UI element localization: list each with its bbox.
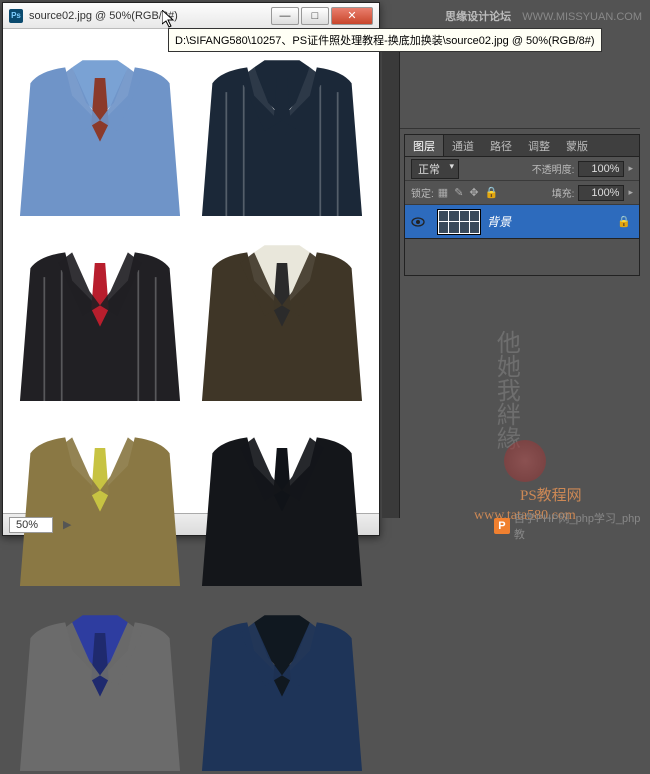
chevron-right-icon[interactable]: ▸ xyxy=(628,163,633,174)
layers-panel: 图层通道路径调整蒙版 正常 不透明度: 100% ▸ 锁定: ▦ ✎ ✥ 🔒 填… xyxy=(404,134,640,276)
panel-dock-strip[interactable] xyxy=(382,28,400,518)
minimize-button[interactable]: — xyxy=(271,7,299,25)
status-arrow-icon[interactable]: ▶ xyxy=(63,518,71,531)
layer-lock-icon: 🔒 xyxy=(617,215,631,228)
path-tooltip: D:\SIFANG580\10257、PS证件照处理教程-换底加换装\sourc… xyxy=(168,28,602,52)
layer-name[interactable]: 背景 xyxy=(487,213,617,230)
lock-icons-group: ▦ ✎ ✥ 🔒 xyxy=(438,186,499,199)
suit-thumbnail xyxy=(13,224,187,401)
suit-thumbnail xyxy=(13,594,187,771)
footer-link-text: 自学PHP网_php学习_php教 xyxy=(514,510,650,542)
window-controls: — □ ✕ xyxy=(271,7,373,25)
document-window: Ps source02.jpg @ 50%(RGB/8#) — □ ✕ xyxy=(2,2,380,536)
suit-thumbnail xyxy=(13,39,187,216)
calligraphy-watermark: 他她我絆緣 xyxy=(492,330,518,450)
suit-thumbnail xyxy=(195,409,369,586)
document-title: source02.jpg @ 50%(RGB/8#) xyxy=(29,10,271,22)
lock-brush-icon[interactable]: ✎ xyxy=(454,186,463,199)
chevron-right-icon[interactable]: ▸ xyxy=(628,187,633,198)
site-url: WWW.MISSYUAN.COM xyxy=(522,11,642,23)
lock-all-icon[interactable]: 🔒 xyxy=(485,186,499,199)
footer-link[interactable]: P 自学PHP网_php学习_php教 xyxy=(494,510,650,542)
panel-tab[interactable]: 蒙版 xyxy=(558,135,596,156)
fill-input[interactable]: 100% xyxy=(578,185,624,201)
zoom-input[interactable]: 50% xyxy=(9,517,53,533)
blend-mode-select[interactable]: 正常 xyxy=(411,159,459,179)
lock-move-icon[interactable]: ✥ xyxy=(469,186,478,199)
panel-tab[interactable]: 路径 xyxy=(482,135,520,156)
maximize-button[interactable]: □ xyxy=(301,7,329,25)
panel-tab[interactable]: 通道 xyxy=(444,135,482,156)
panel-tab[interactable]: 图层 xyxy=(405,135,444,156)
lock-label: 锁定: xyxy=(411,185,434,200)
layers-list: 背景 🔒 xyxy=(405,205,639,275)
layer-row[interactable]: 背景 🔒 xyxy=(405,205,639,239)
blend-row: 正常 不透明度: 100% ▸ xyxy=(405,157,639,181)
opacity-label: 不透明度: xyxy=(532,161,575,176)
site-banner: 思缘设计论坛 WWW.MISSYUAN.COM xyxy=(445,8,642,24)
lock-transparency-icon[interactable]: ▦ xyxy=(438,186,448,199)
titlebar[interactable]: Ps source02.jpg @ 50%(RGB/8#) — □ ✕ xyxy=(3,3,379,29)
suit-thumbnail xyxy=(195,224,369,401)
opacity-input[interactable]: 100% xyxy=(578,161,624,177)
photoshop-icon: Ps xyxy=(9,9,23,23)
visibility-toggle[interactable] xyxy=(405,217,431,227)
suit-thumbnail xyxy=(195,39,369,216)
fill-label: 填充: xyxy=(552,185,575,200)
close-button[interactable]: ✕ xyxy=(331,7,373,25)
panel-divider xyxy=(400,128,640,129)
php-icon: P xyxy=(494,518,510,534)
suit-thumbnail xyxy=(13,409,187,586)
layer-thumbnail[interactable] xyxy=(437,209,481,235)
panel-tab[interactable]: 调整 xyxy=(520,135,558,156)
brand-watermark: PS教程网 xyxy=(520,484,582,505)
canvas[interactable] xyxy=(3,29,379,513)
suit-thumbnail xyxy=(195,594,369,771)
eye-icon xyxy=(411,217,425,227)
panel-tabs: 图层通道路径调整蒙版 xyxy=(405,135,639,157)
lock-row: 锁定: ▦ ✎ ✥ 🔒 填充: 100% ▸ xyxy=(405,181,639,205)
seal-stamp xyxy=(504,440,546,482)
site-name: 思缘设计论坛 xyxy=(445,11,511,23)
